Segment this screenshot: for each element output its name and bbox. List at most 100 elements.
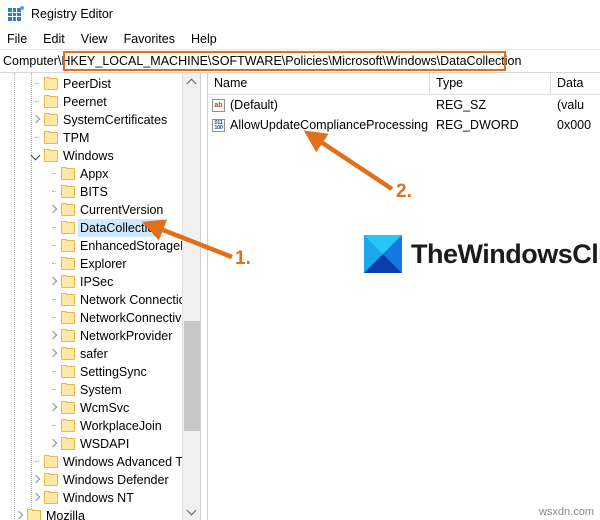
tree-item-peerdist[interactable]: PeerDist <box>0 75 200 93</box>
chevron-down-icon[interactable] <box>183 503 200 520</box>
folder-icon <box>61 275 75 288</box>
address-bar[interactable]: Computer\ HKEY_LOCAL_MACHINE\SOFTWARE\Po… <box>0 50 600 73</box>
tree-item-label: SystemCertificates <box>63 113 168 127</box>
tree-item-network-connections[interactable]: Network Connections <box>0 291 200 309</box>
tree-item-wcmsvc[interactable]: WcmSvc <box>0 399 200 417</box>
value-data: 0x000 <box>557 118 592 132</box>
menu-item-file[interactable]: File <box>7 32 36 46</box>
tree-item-label: safer <box>80 347 108 361</box>
tree-vertical-scrollbar[interactable] <box>182 73 200 520</box>
tree-item-windows-nt[interactable]: Windows NT <box>0 489 200 507</box>
tree-connector-icon <box>45 237 61 255</box>
chevron-right-icon[interactable] <box>28 489 44 507</box>
menu-item-edit[interactable]: Edit <box>43 32 74 46</box>
tree-connector-icon <box>28 129 44 147</box>
tree-item-windows-defender[interactable]: Windows Defender <box>0 471 200 489</box>
column-header-name[interactable]: Name <box>208 73 430 94</box>
menu-bar: File Edit View Favorites Help <box>0 28 600 50</box>
folder-icon <box>61 437 75 450</box>
chevron-up-icon[interactable] <box>183 73 200 90</box>
tree-item-label: Windows <box>63 149 114 163</box>
folder-icon <box>44 491 58 504</box>
tree-item-currentversion[interactable]: CurrentVersion <box>0 201 200 219</box>
menu-item-favorites[interactable]: Favorites <box>124 32 184 46</box>
tree-item-systemcertificates[interactable]: SystemCertificates <box>0 111 200 129</box>
tree-connector-icon <box>45 309 61 327</box>
tree-item-wsdapi[interactable]: WSDAPI <box>0 435 200 453</box>
thewindowsclub-mark-icon <box>364 235 402 273</box>
chevron-right-icon[interactable] <box>11 507 27 520</box>
tree-item-networkconnectivitystatusindicator[interactable]: NetworkConnectivityStatusIndicator <box>0 309 200 327</box>
registry-values-pane[interactable]: Name Type Data ab (Default) REG_SZ (valu… <box>208 73 600 520</box>
tree-item-bits[interactable]: BITS <box>0 183 200 201</box>
window-title-bar: Registry Editor <box>0 0 600 28</box>
registry-tree-pane[interactable]: PeerDist Peernet SystemCertificates TPM Wind… <box>0 73 200 520</box>
registry-tree-list: PeerDist Peernet SystemCertificates TPM Wind… <box>0 73 200 520</box>
tree-item-label: Network Connections <box>80 293 199 307</box>
tree-connector-icon <box>45 255 61 273</box>
value-name: (Default) <box>230 98 278 112</box>
chevron-down-icon[interactable] <box>28 147 44 165</box>
chevron-right-icon[interactable] <box>45 435 61 453</box>
chevron-right-icon[interactable] <box>45 327 61 345</box>
menu-item-help[interactable]: Help <box>191 32 226 46</box>
folder-icon <box>44 131 58 144</box>
tree-item-label: CurrentVersion <box>80 203 164 217</box>
folder-icon <box>44 77 58 90</box>
folder-icon <box>61 167 75 180</box>
pane-splitter[interactable] <box>200 73 208 520</box>
tree-item-mozilla[interactable]: Mozilla <box>0 507 200 520</box>
tree-item-windows[interactable]: Windows <box>0 147 200 165</box>
tree-connector-icon <box>28 93 44 111</box>
tree-item-datacollection[interactable]: DataCollection <box>0 219 200 237</box>
tree-item-workplacejoin[interactable]: WorkplaceJoin <box>0 417 200 435</box>
tree-connector-icon <box>45 291 61 309</box>
tree-connector-icon <box>45 381 61 399</box>
tree-item-system[interactable]: System <box>0 381 200 399</box>
chevron-right-icon[interactable] <box>28 111 44 129</box>
window-title: Registry Editor <box>31 7 113 21</box>
value-name: AllowUpdateComplianceProcessing <box>230 118 429 132</box>
list-row[interactable]: 011 100 AllowUpdateComplianceProcessing R… <box>208 115 600 135</box>
tree-item-networkprovider[interactable]: NetworkProvider <box>0 327 200 345</box>
folder-icon <box>61 311 75 324</box>
folder-icon <box>61 203 75 216</box>
tree-item-label: Mozilla <box>46 509 85 520</box>
tree-item-label: Appx <box>80 167 109 181</box>
menu-item-view[interactable]: View <box>81 32 117 46</box>
tree-item-peernet[interactable]: Peernet <box>0 93 200 111</box>
tree-item-label: BITS <box>80 185 108 199</box>
tree-item-safer[interactable]: safer <box>0 345 200 363</box>
reg-sz-icon: ab <box>212 98 225 112</box>
chevron-right-icon[interactable] <box>45 201 61 219</box>
value-type: REG_DWORD <box>436 118 519 132</box>
tree-item-appx[interactable]: Appx <box>0 165 200 183</box>
thewindowsclub-logo: TheWindowsClub <box>364 235 600 273</box>
list-row[interactable]: ab (Default) REG_SZ (valu <box>208 95 600 115</box>
folder-icon <box>61 365 75 378</box>
chevron-right-icon[interactable] <box>45 273 61 291</box>
column-header-type[interactable]: Type <box>430 73 551 94</box>
tree-connector-icon <box>45 165 61 183</box>
folder-icon <box>61 239 75 252</box>
tree-connector-icon <box>28 75 44 93</box>
folder-icon <box>61 347 75 360</box>
main-split-area: PeerDist Peernet SystemCertificates TPM Wind… <box>0 73 600 520</box>
scrollbar-thumb[interactable] <box>184 321 200 431</box>
tree-item-windows-advanced-threat-protection[interactable]: Windows Advanced Threat Protection <box>0 453 200 471</box>
tree-item-ipsec[interactable]: IPSec <box>0 273 200 291</box>
folder-icon <box>44 113 58 126</box>
tree-connector-icon <box>28 453 44 471</box>
folder-icon <box>44 473 58 486</box>
tree-item-explorer[interactable]: Explorer <box>0 255 200 273</box>
tree-item-settingsync[interactable]: SettingSync <box>0 363 200 381</box>
tree-item-enhancedstoragedevices[interactable]: EnhancedStorageDevices <box>0 237 200 255</box>
chevron-right-icon[interactable] <box>28 471 44 489</box>
chevron-right-icon[interactable] <box>45 345 61 363</box>
column-header-data[interactable]: Data <box>551 73 600 94</box>
site-watermark: wsxdn.com <box>538 506 594 518</box>
tree-item-tpm[interactable]: TPM <box>0 129 200 147</box>
chevron-right-icon[interactable] <box>45 399 61 417</box>
tree-item-label: Windows NT <box>63 491 134 505</box>
thewindowsclub-wordmark: TheWindowsClub <box>411 238 600 269</box>
